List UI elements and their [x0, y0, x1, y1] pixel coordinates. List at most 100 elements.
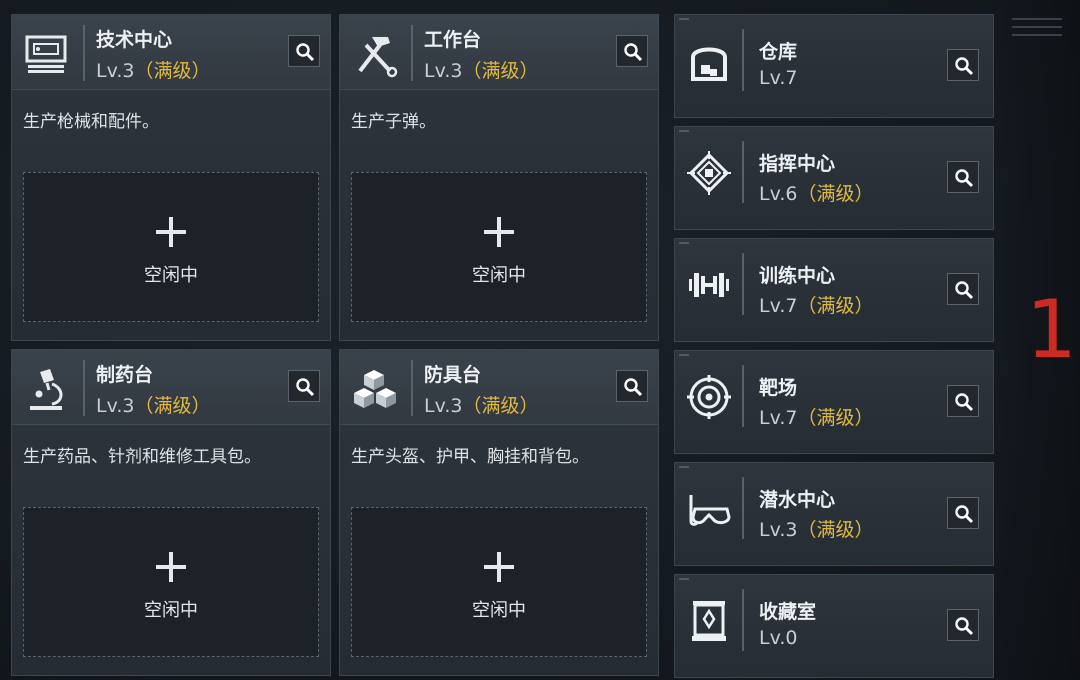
search-button[interactable] [616, 370, 648, 402]
facility-card-workbench[interactable]: 工作台 Lv.3（满级） 生产子弹。 空闲中 [339, 14, 659, 341]
plus-icon [156, 552, 186, 582]
search-button[interactable] [616, 35, 648, 67]
facility-level: Lv.3（满级） [96, 60, 211, 82]
facility-description: 生产子弹。 [351, 112, 436, 132]
facility-card-shooting-range[interactable]: 靶场 Lv.7（满级） [674, 350, 994, 454]
search-button[interactable] [947, 161, 979, 193]
warehouse-icon [691, 47, 727, 81]
search-icon [955, 57, 974, 76]
facility-name: 制药台 [96, 364, 154, 386]
facility-level: Lv.3（满级） [424, 60, 539, 82]
production-slot[interactable]: 空闲中 [23, 507, 319, 657]
facility-card-collection-room[interactable]: 收藏室 Lv.0 [674, 574, 994, 678]
facility-name: 训练中心 [759, 265, 836, 287]
max-level-tag: （满级） [134, 395, 211, 417]
search-icon [955, 281, 974, 300]
divider [411, 25, 413, 81]
hammer-wrench-icon [358, 37, 398, 78]
chip-icon [687, 151, 731, 195]
facility-name: 仓库 [759, 41, 798, 63]
facility-name: 指挥中心 [759, 153, 836, 175]
plus-icon [484, 552, 514, 582]
search-button[interactable] [947, 273, 979, 305]
facility-description: 生产药品、针剂和维修工具包。 [23, 447, 261, 467]
facility-card-pharmacy[interactable]: 制药台 Lv.3（满级） 生产药品、针剂和维修工具包。 空闲中 [11, 349, 331, 676]
divider [742, 29, 744, 91]
max-level-tag: （满级） [797, 407, 874, 429]
max-level-tag: （满级） [134, 60, 211, 82]
max-level-tag: （满级） [462, 395, 539, 417]
search-button[interactable] [288, 35, 320, 67]
search-icon [955, 505, 974, 524]
search-icon [624, 43, 643, 62]
max-level-tag: （满级） [462, 60, 539, 82]
search-button[interactable] [947, 609, 979, 641]
production-slot[interactable]: 空闲中 [23, 172, 319, 322]
facility-name: 工作台 [424, 29, 482, 51]
divider [83, 360, 85, 416]
search-icon [296, 43, 315, 62]
search-button[interactable] [947, 385, 979, 417]
divider [83, 25, 85, 81]
search-icon [624, 378, 643, 397]
facility-level: Lv.0 [759, 627, 798, 649]
facility-name: 靶场 [759, 377, 798, 399]
card-header: 工作台 Lv.3（满级） [340, 15, 658, 90]
divider [742, 589, 744, 651]
facility-level: Lv.6（满级） [759, 183, 874, 205]
card-header: 防具台 Lv.3（满级） [340, 350, 658, 425]
display-case-icon [692, 601, 726, 641]
facility-name: 收藏室 [759, 601, 817, 623]
idle-label: 空闲中 [144, 265, 198, 286]
card-header: 制药台 Lv.3（满级） [12, 350, 330, 425]
search-icon [955, 617, 974, 636]
idle-label: 空闲中 [472, 600, 526, 621]
max-level-tag: （满级） [797, 183, 874, 205]
facility-card-armor-bench[interactable]: 防具台 Lv.3（满级） 生产头盔、护甲、胸挂和背包。 空闲中 [339, 349, 659, 676]
search-button[interactable] [288, 370, 320, 402]
divider [742, 477, 744, 539]
microscope-icon [30, 369, 63, 410]
facility-level: Lv.3（满级） [96, 395, 211, 417]
facility-level: Lv.7 [759, 67, 798, 89]
diving-mask-icon [689, 495, 731, 526]
production-slot[interactable]: 空闲中 [351, 172, 647, 322]
idle-label: 空闲中 [144, 600, 198, 621]
search-button[interactable] [947, 49, 979, 81]
idle-label: 空闲中 [472, 265, 526, 286]
facility-card-tech-center[interactable]: 技术中心 Lv.3（满级） 生产枪械和配件。 空闲中 [11, 14, 331, 341]
divider [742, 365, 744, 427]
divider [742, 253, 744, 315]
facility-level: Lv.3（满级） [759, 519, 874, 541]
plus-icon [484, 217, 514, 247]
facility-level: Lv.7（满级） [759, 295, 874, 317]
production-slot[interactable]: 空闲中 [351, 507, 647, 657]
facility-name: 防具台 [424, 364, 482, 386]
divider [742, 141, 744, 203]
side-decoration [1012, 18, 1062, 48]
side-marker-number: 1 [1026, 283, 1077, 376]
facility-name: 技术中心 [96, 29, 173, 51]
target-icon [687, 375, 731, 419]
divider [411, 360, 413, 416]
max-level-tag: （满级） [797, 519, 874, 541]
search-button[interactable] [947, 497, 979, 529]
facility-card-training-center[interactable]: 训练中心 Lv.7（满级） [674, 238, 994, 342]
plus-icon [156, 217, 186, 247]
facility-level: Lv.3（满级） [424, 395, 539, 417]
facility-card-warehouse[interactable]: 仓库 Lv.7 [674, 14, 994, 118]
facility-card-diving-center[interactable]: 潜水中心 Lv.3（满级） [674, 462, 994, 566]
dumbbell-icon [689, 273, 729, 297]
facility-description: 生产头盔、护甲、胸挂和背包。 [351, 447, 589, 467]
search-icon [296, 378, 315, 397]
facility-name: 潜水中心 [759, 489, 836, 511]
max-level-tag: （满级） [797, 295, 874, 317]
facility-level: Lv.7（满级） [759, 407, 874, 429]
facility-description: 生产枪械和配件。 [23, 112, 159, 132]
computer-icon [25, 35, 67, 73]
cubes-icon [354, 370, 396, 408]
search-icon [955, 393, 974, 412]
card-header: 技术中心 Lv.3（满级） [12, 15, 330, 90]
facility-card-command-center[interactable]: 指挥中心 Lv.6（满级） [674, 126, 994, 230]
search-icon [955, 169, 974, 188]
